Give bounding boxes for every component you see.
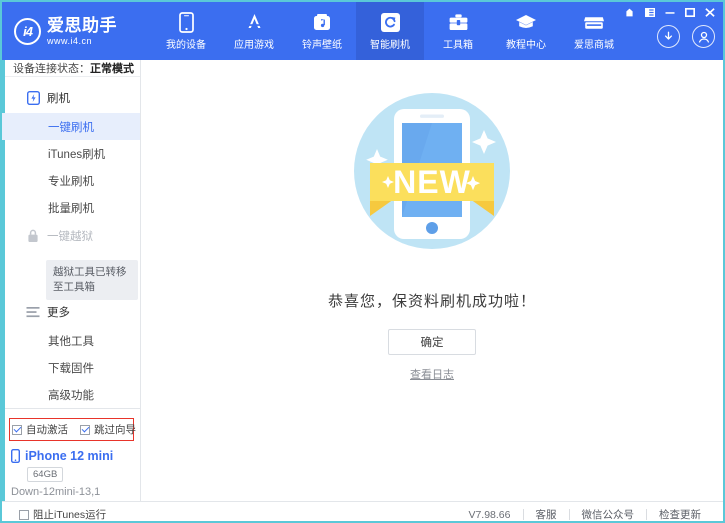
nav-item-toolbox[interactable]: 工具箱 [424,2,492,60]
nav-item-apps-games[interactable]: 应用游戏 [220,2,288,60]
wechat-official-link[interactable]: 微信公众号 [570,507,647,522]
sidebar-item-itunes-flash[interactable]: iTunes刷机 [2,140,140,167]
app-body: 设备连接状态：正常模式 刷机 一键刷机 iTunes刷机 专业刷机 [2,60,723,501]
device-name-row: iPhone 12 mini [11,449,140,463]
sidebar-item-label: 专业刷机 [48,173,94,189]
nav-label: 教程中心 [506,36,546,51]
close-icon[interactable] [704,7,715,18]
sidebar-menu: 刷机 一键刷机 iTunes刷机 专业刷机 批量刷机 [2,77,140,408]
block-itunes-label: 阻止iTunes运行 [33,507,106,522]
phone-icon [11,449,20,463]
nav-label: 智能刷机 [370,36,410,51]
header-right-controls [624,2,715,60]
nav-item-my-device[interactable]: 我的设备 [152,2,220,60]
sidebar-item-label: 批量刷机 [48,200,94,216]
device-identifier: Down-12mini-13,1 [11,486,140,498]
sidebar-item-other-tools[interactable]: 其他工具 [2,327,140,354]
sidebar-group-more[interactable]: 更多 [2,297,140,327]
customer-service-link[interactable]: 客服 [524,507,569,522]
toolbox-icon [447,11,469,33]
main-nav: 我的设备 应用游戏 铃声壁纸 智能刷机 [152,2,628,60]
sidebar-item-label: 其他工具 [48,333,94,349]
connection-status-label: 设备连接状态： [13,60,90,76]
nav-label: 爱思商城 [574,36,614,51]
device-capacity-badge: 64GB [27,467,63,482]
connection-status-value: 正常模式 [90,60,134,76]
checkbox-box-icon [19,510,29,520]
nav-label: 应用游戏 [234,36,274,51]
app-window: i4 爱思助手 www.i4.cn 我的设备 应用游戏 [0,0,725,523]
flash-options-highlight: 自动激活 跳过向导 [9,418,134,441]
download-icon[interactable] [657,25,680,48]
jailbreak-tooltip: 越狱工具已转移至工具箱 [46,260,138,300]
sidebar-item-one-key-flash[interactable]: 一键刷机 [2,113,140,140]
main-content: NEW 恭喜您，保资料刷机成功啦！ 确定 查看日志 [141,60,723,501]
auto-activate-label: 自动激活 [26,422,68,437]
panel-icon[interactable] [644,7,655,18]
sidebar-item-pro-flash[interactable]: 专业刷机 [2,167,140,194]
appstore-icon [243,11,265,33]
sidebar-item-advanced[interactable]: 高级功能 [2,381,140,408]
new-phone-badge-illustration: NEW [332,83,532,278]
sidebar-group-label: 更多 [47,304,70,320]
sidebar-group-jailbreak: 一键越狱 [2,221,140,251]
window-controls [624,4,715,20]
phone-icon [175,11,197,33]
graduation-cap-icon [515,11,537,33]
music-box-icon [311,11,333,33]
sidebar-item-download-firmware[interactable]: 下载固件 [2,354,140,381]
sidebar-group-label: 一键越狱 [47,228,93,244]
logo-mark-icon: i4 [14,18,41,45]
app-logo[interactable]: i4 爱思助手 www.i4.cn [14,17,136,46]
sidebar-item-label: 一键刷机 [48,119,94,135]
sidebar-item-label: 高级功能 [48,387,94,403]
checkbox-box-icon [80,425,90,435]
sidebar-group-label: 刷机 [47,90,70,106]
sidebar: 设备连接状态：正常模式 刷机 一键刷机 iTunes刷机 专业刷机 [2,60,141,501]
app-header: i4 爱思助手 www.i4.cn 我的设备 应用游戏 [2,2,723,60]
nav-item-store[interactable]: 爱思商城 [560,2,628,60]
minimize-icon[interactable] [664,7,675,18]
sidebar-item-label: iTunes刷机 [48,146,105,162]
skip-wizard-checkbox[interactable]: 跳过向导 [80,422,136,437]
flash-device-icon [26,91,40,105]
nav-item-ringtones-wallpapers[interactable]: 铃声壁纸 [288,2,356,60]
sidebar-footer: 自动激活 跳过向导 iPhone 12 mini 64GB [2,408,140,504]
version-label: V7.98.66 [456,509,522,521]
user-icon[interactable] [692,25,715,48]
success-message: 恭喜您，保资料刷机成功啦！ [328,290,536,311]
status-bar: 阻止iTunes运行 V7.98.66 客服 微信公众号 检查更新 [2,501,723,523]
shop-icon [583,11,605,33]
nav-item-smart-flash[interactable]: 智能刷机 [356,2,424,60]
pin-icon[interactable] [624,7,635,18]
nav-item-tutorials[interactable]: 教程中心 [492,2,560,60]
nav-label: 工具箱 [443,36,473,51]
logo-name: 爱思助手 [47,17,117,34]
svg-text:NEW: NEW [393,164,471,200]
status-bar-right: V7.98.66 客服 微信公众号 检查更新 [456,507,713,522]
lock-icon [26,229,40,243]
view-log-link[interactable]: 查看日志 [410,366,454,382]
check-update-link[interactable]: 检查更新 [647,507,713,522]
sidebar-item-label: 下载固件 [48,360,94,376]
maximize-icon[interactable] [684,7,695,18]
sidebar-group-flash[interactable]: 刷机 [2,83,140,113]
nav-label: 铃声壁纸 [302,36,342,51]
checkbox-box-icon [12,425,22,435]
sidebar-item-batch-flash[interactable]: 批量刷机 [2,194,140,221]
refresh-icon [379,11,401,33]
device-name-label: iPhone 12 mini [25,449,113,463]
block-itunes-checkbox[interactable]: 阻止iTunes运行 [2,507,106,522]
nav-label: 我的设备 [166,36,206,51]
confirm-button[interactable]: 确定 [388,329,476,355]
account-controls [624,25,715,48]
auto-activate-checkbox[interactable]: 自动激活 [12,422,68,437]
connected-device[interactable]: iPhone 12 mini 64GB Down-12mini-13,1 [2,447,140,504]
list-icon [26,305,40,319]
skip-wizard-label: 跳过向导 [94,422,136,437]
logo-url: www.i4.cn [47,37,117,46]
connection-status: 设备连接状态：正常模式 [2,60,140,77]
